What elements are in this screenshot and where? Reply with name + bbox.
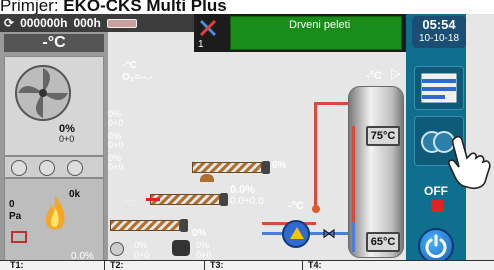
conveyor-middle-sub: 0.0+0.0	[230, 196, 264, 207]
o2-readout: O₂=--.-	[122, 72, 153, 83]
ash-sub: 0+0	[134, 250, 150, 260]
pump-icon[interactable]	[282, 220, 310, 248]
conveyor-low[interactable]	[110, 220, 180, 231]
fan-icon	[15, 65, 71, 121]
feeder-indicator	[146, 198, 160, 201]
divider	[204, 261, 205, 270]
clock-time: 05:54	[422, 17, 456, 32]
t4-label: T4:	[308, 260, 322, 270]
conveyor-low-motor	[180, 219, 188, 232]
hand-cursor-icon	[448, 135, 491, 190]
tank-top-temp: 75°C	[366, 126, 400, 146]
sensor-dot	[312, 205, 320, 213]
caption-model: EKO-CKS Multi Plus	[63, 0, 227, 15]
ash-fan-icon	[110, 242, 124, 256]
status-bar: ⟳ 000000h 000h	[0, 14, 194, 32]
service-hours: 000h	[73, 16, 101, 30]
fuel-type-field[interactable]: Drveni peleti	[230, 16, 402, 50]
tank-blue-stripe	[352, 222, 355, 252]
fan-sub: 0+0	[59, 134, 75, 144]
conveyor-middle-percent: 0.0%	[230, 184, 256, 196]
fan-row	[4, 156, 104, 178]
caption-prefix: Primjer:	[0, 0, 64, 15]
combustion-box[interactable]: 0 Pa 0k 0.0%	[4, 178, 104, 264]
flame-icon	[46, 195, 65, 230]
controller-screen: ⟳ 000000h 000h 1 Drveni peleti -°C 0% 0+…	[0, 14, 494, 270]
pressure-unit: Pa	[9, 211, 22, 222]
ignition-icon	[11, 231, 27, 243]
boiler-temp: -°C	[4, 34, 104, 52]
ok-label: 0k	[69, 189, 81, 200]
tool-number: 1	[198, 39, 204, 50]
schedule-button[interactable]	[414, 66, 464, 110]
pump-triangle-icon	[290, 227, 304, 239]
outdoor-temp: -°C	[366, 70, 383, 82]
power-button[interactable]	[418, 228, 454, 264]
conveyor-middle[interactable]	[150, 194, 220, 205]
supply-pipe-h	[314, 102, 350, 105]
conveyor-top-motor	[262, 161, 270, 174]
refresh-icon: ⟳	[4, 16, 15, 30]
antenna-icon: ⩥	[390, 66, 402, 82]
divider	[302, 261, 303, 270]
level-bar	[106, 18, 137, 28]
feeder-temp: -°C	[122, 198, 136, 208]
pump-temp: -°C	[288, 200, 305, 212]
t2-label: T2:	[110, 260, 124, 270]
conveyor-top[interactable]	[192, 162, 262, 173]
operating-hours: 000000h	[20, 16, 68, 30]
t3-label: T3:	[210, 260, 224, 270]
tank-red-stripe	[352, 126, 355, 222]
ash-percent: 0%	[134, 240, 148, 250]
burner-panel: -°C 0% 0+0 0 Pa 0k 0.0%	[0, 32, 108, 264]
conveyor-middle-motor	[220, 193, 228, 206]
conveyor-top-percent: 0%	[272, 160, 287, 171]
side-sub-1: 0+0	[108, 118, 124, 128]
clock[interactable]: 05:54 10-10-18	[412, 16, 466, 48]
pressure-value: 0	[9, 199, 15, 210]
small-fan-icon	[39, 160, 55, 176]
fan-box[interactable]: 0% 0+0	[4, 56, 104, 156]
supply-pipe-v	[314, 102, 317, 210]
temperature-strip: T1: T2: T3: T4:	[0, 260, 494, 270]
side-sub-2: 0+0	[108, 140, 124, 150]
t1-label: T1:	[10, 260, 24, 270]
cleaning-percent: 0%	[196, 240, 210, 250]
tools-icon[interactable]	[198, 18, 218, 38]
moon-icon	[172, 240, 190, 256]
tank-bottom-temp: 65°C	[366, 232, 400, 252]
valve-icon[interactable]: ⋈	[322, 225, 336, 242]
stop-indicator[interactable]	[431, 200, 443, 212]
schedule-icon	[421, 73, 457, 103]
conveyor-low-percent: 0%	[192, 228, 207, 239]
clock-date: 10-10-18	[418, 33, 460, 44]
small-fan-icon	[67, 160, 83, 176]
side-sub-3: 0+0	[108, 162, 124, 172]
divider	[104, 261, 105, 270]
fuel-panel: 1 Drveni peleti	[194, 14, 406, 52]
flue-temp: -°C	[122, 60, 137, 71]
fuel-pile-top	[200, 174, 214, 182]
power-icon	[425, 234, 447, 258]
cleaning-sub: 0+0	[196, 250, 212, 260]
small-fan-icon	[11, 160, 27, 176]
